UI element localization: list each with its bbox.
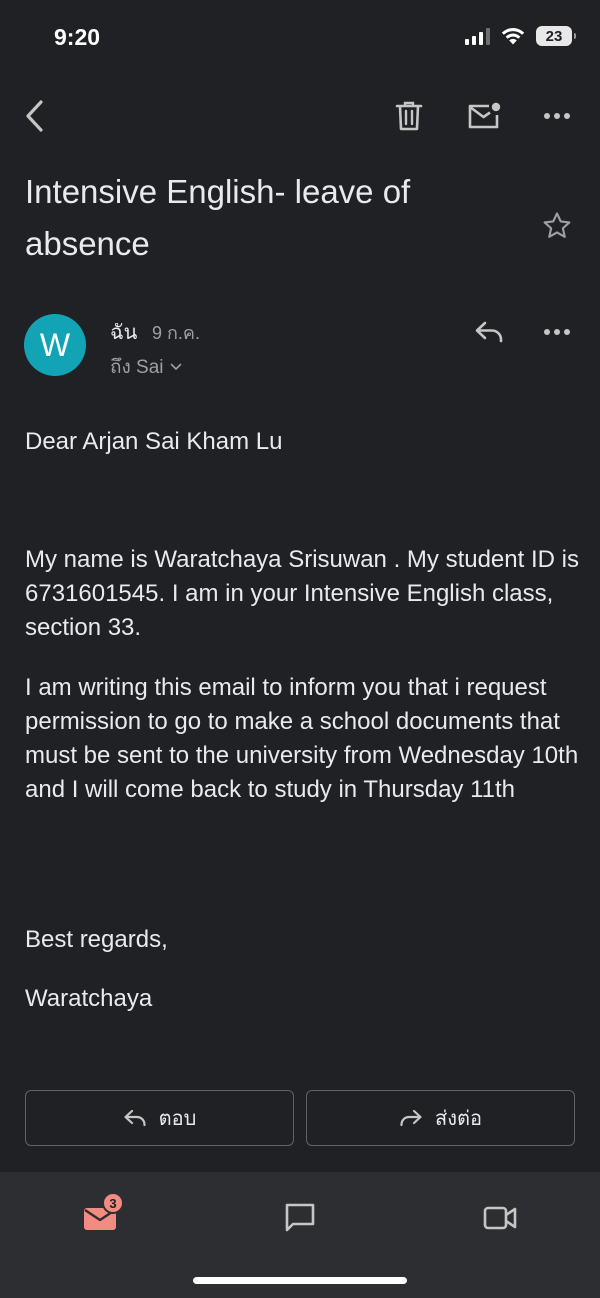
battery-indicator: 23 [536,26,576,46]
message-more-button[interactable] [533,308,581,356]
reply-icon [475,321,503,343]
reply-icon [124,1109,146,1127]
status-icons: 23 [465,26,576,46]
recipient-details-toggle[interactable]: ถึง Sai [110,352,182,382]
cellular-signal-icon [465,27,490,45]
more-horizontal-icon [544,113,570,119]
email-closing: Best regards, [25,926,168,953]
mail-unread-icon [468,102,501,129]
forward-button[interactable]: ส่งต่อ [306,1090,575,1146]
email-greeting: Dear Arjan Sai Kham Lu [25,428,283,455]
avatar[interactable]: W [24,314,86,376]
email-date: 9 ก.ค. [152,323,200,343]
star-button[interactable] [537,206,577,246]
wifi-icon [501,28,525,45]
email-signature: Waratchaya [25,985,153,1012]
mark-unread-button[interactable] [460,90,508,142]
sender-name: ฉัน [110,322,138,344]
status-time: 9:20 [54,24,101,50]
email-paragraph-1: My name is Waratchaya Srisuwan . My stud… [25,546,579,641]
delete-button[interactable] [385,90,433,142]
more-horizontal-icon [544,329,570,335]
forward-label: ส่งต่อ [435,1108,482,1130]
chat-icon [285,1203,315,1232]
nav-meet[interactable] [470,1188,530,1248]
chevron-left-icon [26,100,43,132]
video-icon [483,1206,517,1230]
trash-icon [395,101,423,131]
reply-button[interactable]: ตอบ [25,1090,294,1146]
reply-icon-button[interactable] [465,308,513,356]
forward-icon [400,1109,422,1127]
email-subject: Intensive English- leave of absence [25,173,411,262]
reply-label: ตอบ [158,1108,197,1130]
nav-chat[interactable] [270,1188,330,1248]
chevron-down-icon [170,363,181,371]
nav-mail[interactable]: 3 [70,1188,130,1248]
mail-unread-badge: 3 [102,1192,124,1214]
home-indicator[interactable] [193,1277,407,1284]
sender-row: W ฉัน 9 ก.ค. ถึง Sai [0,308,600,388]
more-options-button[interactable] [533,90,581,142]
email-toolbar [0,90,600,142]
back-button[interactable] [10,90,58,142]
star-icon [543,212,571,238]
email-paragraph-2: I am writing this email to inform you th… [25,674,579,803]
status-bar: 9:20 23 [0,0,600,76]
recipient-label: ถึง Sai [110,357,164,378]
